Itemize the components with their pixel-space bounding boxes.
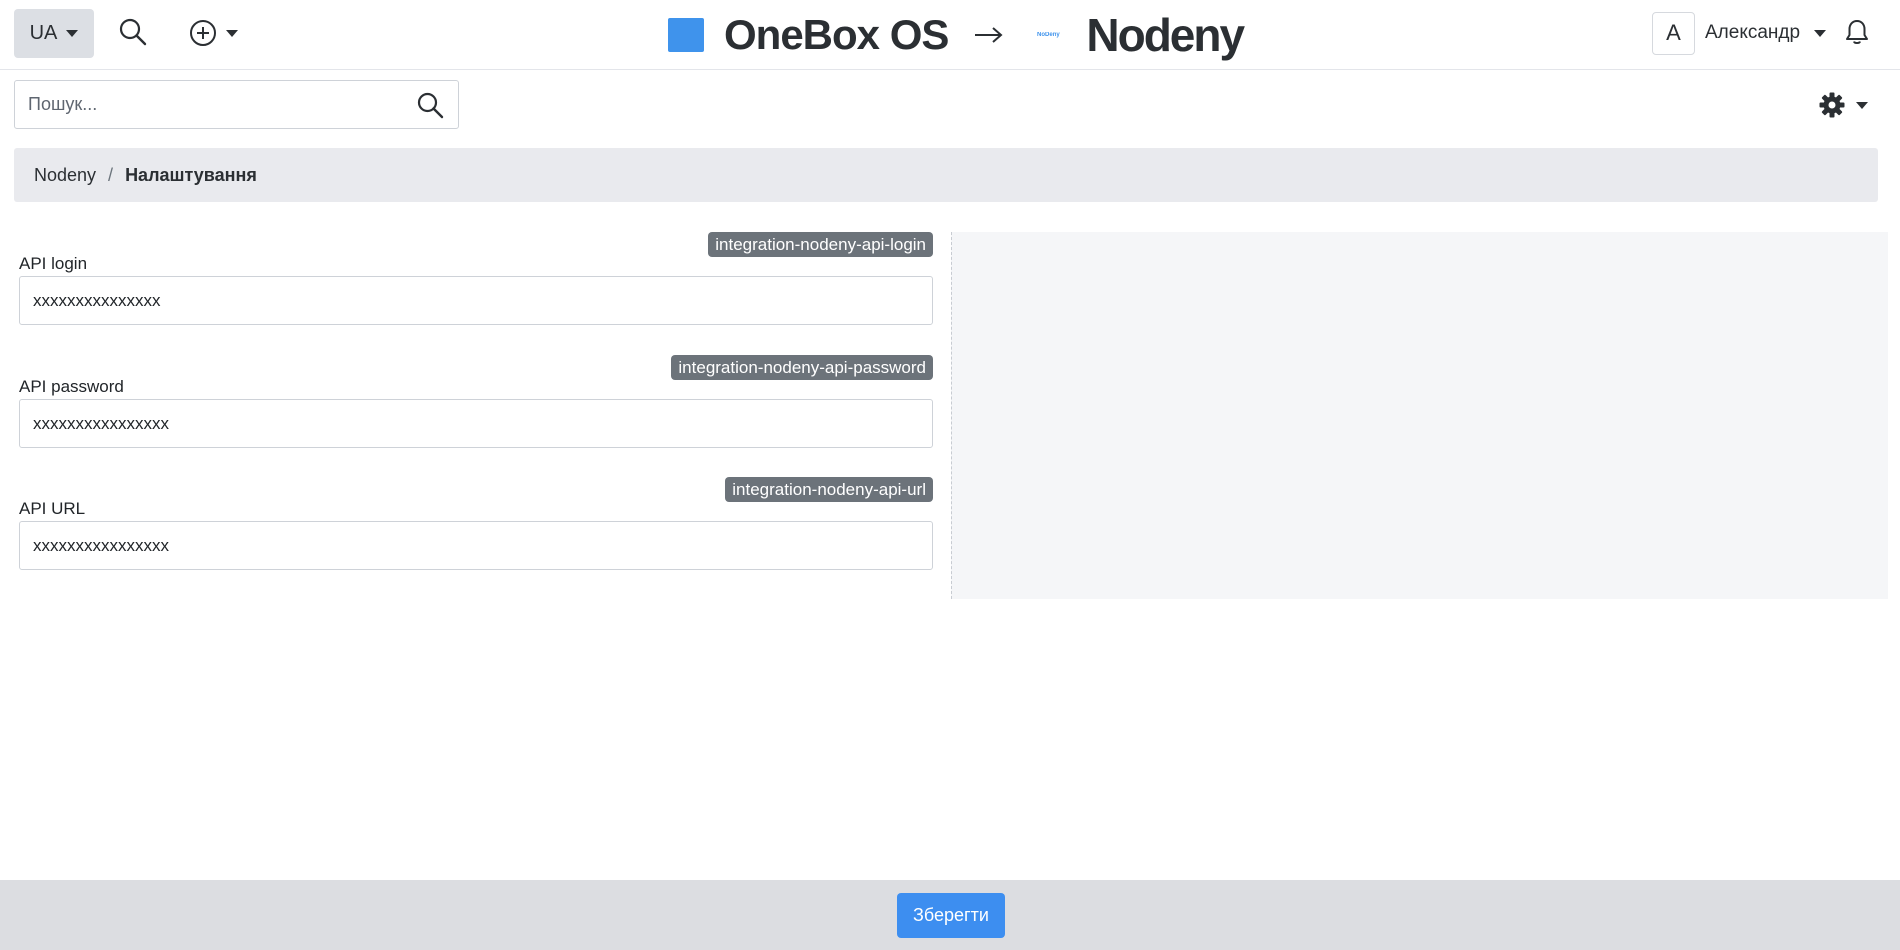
field-key-badge: integration-nodeny-api-password	[671, 355, 933, 380]
search-icon[interactable]	[416, 91, 444, 119]
settings-dropdown[interactable]	[1818, 91, 1868, 119]
breadcrumb-separator: /	[108, 164, 114, 185]
field-api-url: integration-nodeny-api-url API URL	[19, 477, 933, 570]
global-search-button[interactable]	[118, 15, 152, 49]
brand-name-nodeny: Nodeny	[1086, 9, 1245, 61]
user-name: Александр	[1705, 22, 1801, 43]
language-label: UA	[29, 22, 58, 44]
arrow-right-icon	[974, 25, 1004, 45]
breadcrumb-item-nodeny[interactable]: Nodeny	[34, 165, 96, 186]
chevron-down-icon	[226, 29, 238, 37]
avatar: A	[1652, 11, 1695, 55]
save-button[interactable]: Зберегти	[897, 893, 1005, 938]
api-login-input[interactable]	[19, 276, 933, 325]
field-key-badge: integration-nodeny-api-login	[708, 232, 933, 257]
notifications-button[interactable]	[1844, 18, 1870, 46]
field-api-password: integration-nodeny-api-password API pass…	[19, 355, 933, 448]
chevron-down-icon	[1856, 101, 1868, 109]
user-menu-dropdown[interactable]: A Александр	[1652, 11, 1827, 55]
bell-icon	[1846, 20, 1868, 44]
brand-name-onebox: OneBox OS	[724, 11, 949, 58]
language-dropdown[interactable]: UA	[14, 9, 94, 58]
api-password-input[interactable]	[19, 399, 933, 448]
chevron-down-icon	[66, 30, 79, 37]
field-key-badge: integration-nodeny-api-url	[725, 477, 933, 502]
nodeny-mini-logo: NoDeny	[1037, 32, 1060, 38]
field-label: API login	[19, 254, 88, 273]
gear-icon	[1819, 92, 1845, 118]
breadcrumb-current: Налаштування	[125, 164, 257, 185]
onebox-logo-square	[668, 18, 704, 52]
field-api-login: integration-nodeny-api-login API login	[19, 232, 933, 325]
brand-logo[interactable]: OneBox OS NoDeny Nodeny	[668, 9, 1245, 61]
search-input[interactable]	[15, 81, 405, 128]
plus-circle-icon	[190, 20, 216, 46]
top-navbar: UA OneBox OS NoDeny Nodeny A Александр	[0, 0, 1900, 70]
side-panel	[951, 232, 1888, 599]
search-icon	[119, 18, 147, 46]
breadcrumb: Nodeny / Налаштування	[14, 148, 1878, 202]
add-new-dropdown[interactable]	[188, 16, 238, 50]
chevron-down-icon	[1814, 29, 1827, 37]
search-field	[14, 80, 459, 129]
api-url-input[interactable]	[19, 521, 933, 570]
field-label: API URL	[19, 499, 86, 518]
field-label: API password	[19, 377, 124, 396]
